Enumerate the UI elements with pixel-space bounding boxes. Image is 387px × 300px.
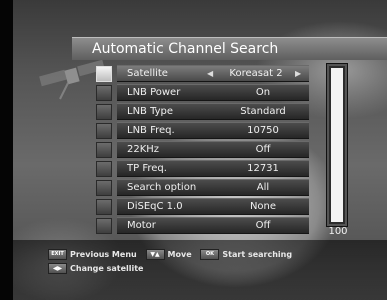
arrow-left-icon[interactable]: ◀ [207, 66, 213, 81]
channel-search-screen: Automatic Channel Search Satellite ◀ Kor… [0, 0, 387, 300]
row-marker-search-option [96, 180, 112, 196]
row-marker-lnb-power [96, 85, 112, 101]
page-title: Automatic Channel Search [92, 41, 279, 57]
arrow-right-icon[interactable]: ▶ [295, 66, 301, 81]
row-label: Satellite [127, 68, 168, 79]
help-bar: EXIT Previous Menu ▼▲ Move OK Start searchi… [13, 240, 387, 300]
row-value: 10750 [247, 125, 279, 136]
menu-row-tp-freq[interactable]: TP Freq. 12731 [117, 160, 309, 177]
help-start-searching: Start searching [222, 250, 293, 259]
help-line-1: EXIT Previous Menu ▼▲ Move OK Start searchi… [48, 249, 292, 260]
row-value: None [249, 201, 277, 212]
help-change-satellite: Change satellite [70, 264, 144, 273]
row-label: 22KHz [127, 144, 160, 155]
row-marker-tp-freq [96, 161, 112, 177]
row-value: Off [255, 220, 271, 231]
menu-row-motor[interactable]: Motor Off [117, 217, 309, 234]
screen-border [0, 0, 13, 300]
row-value: Koreasat 2 [229, 68, 283, 79]
row-value: On [255, 87, 271, 98]
row-marker-satellite [96, 66, 112, 82]
menu-row-lnb-type[interactable]: LNB Type Standard [117, 103, 309, 120]
updown-key-icon: ▼▲ [145, 249, 165, 260]
exit-key-icon: EXIT [48, 249, 67, 260]
menu-row-satellite[interactable]: Satellite ◀ Koreasat 2 ▶ [117, 65, 309, 82]
row-label: Motor [127, 220, 156, 231]
row-marker-lnb-freq [96, 123, 112, 139]
row-label: LNB Power [127, 87, 181, 98]
leftright-key-icon: ◀▶ [48, 263, 67, 274]
progress-fill [331, 68, 343, 222]
menu-row-diseqc[interactable]: DiSEqC 1.0 None [117, 198, 309, 215]
help-line-2: ◀▶ Change satellite [48, 263, 143, 274]
row-value: 12731 [247, 163, 279, 174]
progress-value: 100 [328, 226, 348, 237]
row-marker-lnb-type [96, 104, 112, 120]
row-marker-diseqc [96, 199, 112, 215]
menu-row-22khz[interactable]: 22KHz Off [117, 141, 309, 158]
search-progress-bar [326, 63, 348, 227]
help-prev-menu: Previous Menu [70, 250, 137, 259]
row-value: All [256, 182, 270, 193]
menu-row-lnb-power[interactable]: LNB Power On [117, 84, 309, 101]
row-label: Search option [127, 182, 197, 193]
title-bar: Automatic Channel Search [72, 37, 387, 60]
row-marker-motor [96, 218, 112, 234]
menu-row-search-option[interactable]: Search option All [117, 179, 309, 196]
row-value: Standard [240, 106, 286, 117]
row-label: LNB Type [127, 106, 174, 117]
menu-row-lnb-freq[interactable]: LNB Freq. 10750 [117, 122, 309, 139]
row-value: Off [255, 144, 271, 155]
help-move: Move [167, 250, 192, 259]
row-label: TP Freq. [127, 163, 167, 174]
ok-key-icon: OK [200, 249, 220, 260]
row-marker-22khz [96, 142, 112, 158]
row-label: DiSEqC 1.0 [127, 201, 183, 212]
row-label: LNB Freq. [127, 125, 175, 136]
